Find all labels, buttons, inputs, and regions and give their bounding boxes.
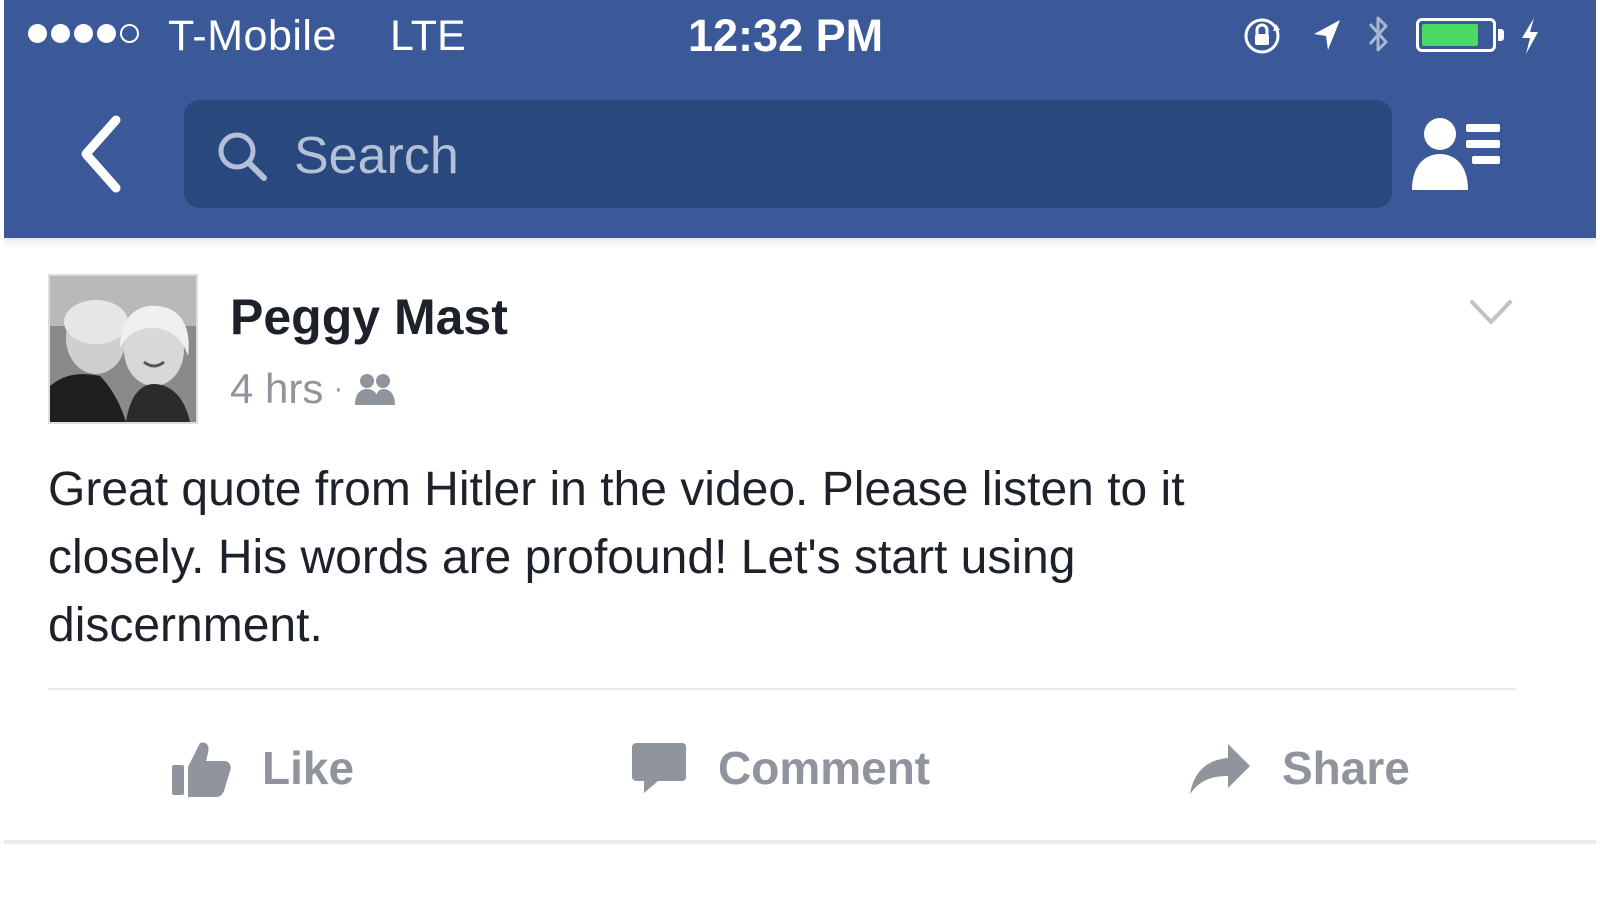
signal-dot — [74, 24, 93, 43]
comment-label: Comment — [718, 742, 931, 794]
search-placeholder: Search — [294, 127, 459, 185]
like-label: Like — [262, 742, 355, 794]
signal-dot — [28, 24, 47, 43]
meta-separator: · — [333, 372, 344, 405]
signal-dot-empty — [120, 24, 139, 43]
charging-bolt-icon — [1522, 18, 1538, 54]
divider — [48, 688, 1516, 690]
author-name[interactable]: Peggy Mast — [230, 288, 508, 346]
friend-requests-icon — [1412, 118, 1500, 190]
carrier-name: T-Mobile — [168, 12, 337, 60]
app-screen: T-Mobile LTE 12:32 PM Search Peggy Mast … — [0, 0, 1600, 900]
network-type: LTE — [390, 12, 466, 60]
friend-requests-button[interactable] — [1406, 108, 1506, 198]
friends-icon[interactable] — [353, 371, 397, 407]
post-body-text: Great quote from Hitler in the video. Pl… — [48, 463, 1185, 652]
share-label: Share — [1282, 742, 1410, 794]
chevron-down-icon[interactable] — [1466, 294, 1516, 330]
signal-strength — [28, 24, 139, 43]
navigation-bar: Search — [4, 96, 1596, 212]
comment-icon — [632, 743, 686, 793]
like-button[interactable]: Like — [170, 718, 354, 818]
battery-icon — [1416, 18, 1496, 52]
post-shadow — [4, 238, 1596, 248]
search-icon — [218, 132, 267, 181]
back-button[interactable] — [64, 106, 144, 202]
author-avatar[interactable] — [48, 274, 198, 424]
search-input[interactable]: Search — [184, 100, 1392, 208]
post-meta: 4 hrs · — [230, 364, 397, 414]
signal-dot — [51, 24, 70, 43]
bluetooth-icon — [1368, 16, 1388, 52]
comment-button[interactable]: Comment — [630, 718, 930, 818]
post-timestamp[interactable]: 4 hrs — [230, 365, 323, 413]
chevron-left-icon — [81, 115, 121, 193]
orientation-lock-icon — [1244, 18, 1280, 54]
thumbs-up-icon — [172, 742, 231, 797]
feed-separator — [4, 840, 1596, 844]
share-arrow-icon — [1190, 744, 1250, 794]
signal-dot — [97, 24, 116, 43]
avatar-photo — [50, 276, 196, 422]
battery-tip — [1498, 29, 1504, 41]
status-time: 12:32 PM — [688, 10, 884, 61]
location-arrow-icon — [1314, 20, 1340, 50]
post-action-bar: Like Comment Share — [4, 718, 1596, 818]
share-button[interactable]: Share — [1188, 718, 1410, 818]
battery-fill — [1422, 24, 1478, 46]
feed-post: Peggy Mast 4 hrs · Great quote from Hitl… — [4, 238, 1596, 900]
top-bar: T-Mobile LTE 12:32 PM Search — [4, 0, 1596, 238]
status-bar: T-Mobile LTE 12:32 PM — [4, 0, 1596, 70]
